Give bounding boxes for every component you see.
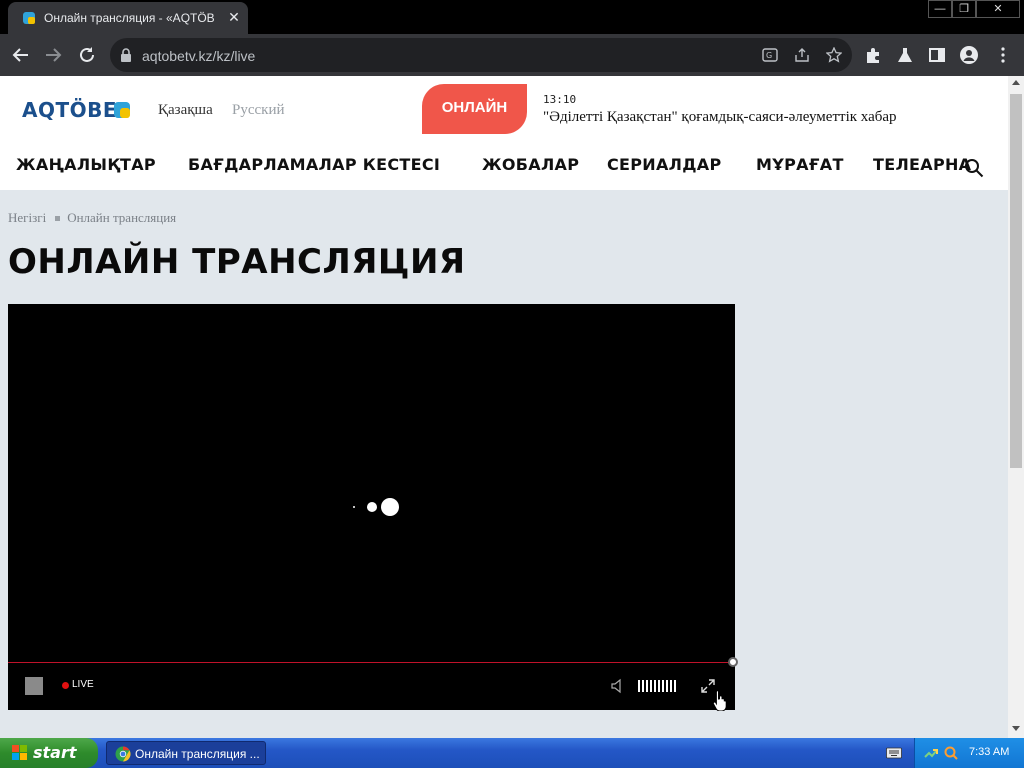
lock-icon — [121, 48, 131, 62]
share-icon[interactable] — [794, 47, 810, 63]
live-indicator-dot — [62, 682, 69, 689]
keyboard-layout-icon[interactable] — [886, 746, 902, 760]
bookmark-star-icon[interactable] — [826, 47, 842, 63]
clock: 7:33 AM — [969, 746, 1010, 758]
online-button[interactable]: ОНЛАЙН — [422, 84, 527, 134]
nav-item-news[interactable]: ЖАҢАЛЫҚТАР — [16, 155, 156, 174]
scroll-up-arrow-icon[interactable] — [1012, 80, 1020, 85]
tab-title: Онлайн трансляция - «AQTÖBE» телеарнасы — [44, 11, 214, 25]
window-restore-button[interactable]: ❐ — [952, 0, 976, 18]
now-playing-time: 13:10 — [543, 93, 577, 106]
site-favicon-icon — [23, 12, 35, 24]
chrome-icon — [115, 746, 131, 762]
nav-item-projects[interactable]: ЖОБАЛАР — [482, 155, 579, 174]
taskbar-window-label: Онлайн трансляция ... — [135, 747, 260, 761]
progress-bar[interactable] — [8, 662, 735, 663]
tab-close-icon[interactable]: ✕ — [226, 9, 242, 25]
site-header: AQTÖBE Қазақша Русский ОНЛАЙН 13:10 "Әді… — [0, 76, 1008, 190]
svg-text:G: G — [766, 51, 772, 60]
browser-tab[interactable]: Онлайн трансляция - «AQTÖBE» телеарнасы … — [8, 2, 248, 34]
network-icon[interactable] — [923, 745, 939, 761]
nav-item-channel[interactable]: ТЕЛЕАРНА — [873, 155, 971, 174]
browser-menu-icon[interactable] — [994, 46, 1012, 64]
logo-mark-icon — [114, 102, 130, 118]
breadcrumb-home-link[interactable]: Негізгі — [8, 210, 46, 225]
taskbar: start Онлайн трансляция ... 7:33 AM — [0, 738, 1024, 768]
windows-flag-icon — [12, 745, 27, 760]
loading-spinner-dot — [367, 502, 377, 512]
breadcrumb: Негізгі Онлайн трансляция — [8, 210, 176, 226]
taskbar-window-button[interactable]: Онлайн трансляция ... — [106, 741, 266, 765]
extensions-puzzle-icon[interactable] — [864, 46, 882, 64]
window-close-button[interactable]: ✕ — [976, 0, 1020, 18]
now-playing-title[interactable]: "Әділетті Қазақстан" қоғамдық-саяси-әлеу… — [543, 109, 897, 126]
nav-item-schedule[interactable]: БАҒДАРЛАМАЛАР КЕСТЕСІ — [188, 155, 440, 174]
address-bar[interactable]: aqtobetv.kz/kz/live G — [110, 38, 852, 72]
side-panel-icon[interactable] — [928, 46, 946, 64]
back-arrow-icon[interactable] — [10, 44, 32, 66]
nav-item-archive[interactable]: МҰРАҒАТ — [756, 155, 844, 174]
security-search-icon[interactable] — [943, 745, 959, 761]
volume-speaker-icon[interactable] — [610, 678, 626, 694]
lang-kazakh-link[interactable]: Қазақша — [158, 102, 213, 119]
start-button[interactable]: start — [0, 738, 98, 768]
page-title: ОНЛАЙН ТРАНСЛЯЦИЯ — [8, 242, 466, 282]
breadcrumb-current: Онлайн трансляция — [67, 210, 177, 225]
translate-icon[interactable]: G — [762, 47, 778, 63]
labs-flask-icon[interactable] — [896, 46, 914, 64]
nav-item-series[interactable]: СЕРИАЛДАР — [607, 155, 722, 174]
breadcrumb-separator — [55, 215, 61, 221]
scroll-down-arrow-icon[interactable] — [1012, 726, 1020, 731]
browser-toolbar: aqtobetv.kz/kz/live G — [0, 34, 1024, 76]
scroll-thumb[interactable] — [1010, 94, 1022, 468]
lang-russian-link[interactable]: Русский — [232, 102, 285, 119]
main-nav: ЖАҢАЛЫҚТАР БАҒДАРЛАМАЛАР КЕСТЕСІ ЖОБАЛАР… — [0, 152, 1008, 186]
loading-spinner-dot — [381, 498, 399, 516]
system-tray: 7:33 AM — [914, 738, 1024, 768]
window-minimize-button[interactable]: — — [928, 0, 952, 18]
live-label: LIVE — [72, 679, 94, 690]
video-player[interactable]: LIVE — [8, 304, 738, 711]
progress-knob[interactable] — [728, 657, 738, 667]
reload-icon[interactable] — [76, 44, 98, 66]
forward-arrow-icon[interactable] — [42, 44, 64, 66]
search-icon[interactable] — [964, 158, 984, 178]
page-viewport: AQTÖBE Қазақша Русский ОНЛАЙН 13:10 "Әді… — [0, 76, 1008, 738]
logo-text: AQTÖBE — [22, 98, 118, 122]
browser-titlebar: Онлайн трансляция - «AQTÖBE» телеарнасы … — [0, 0, 1024, 34]
site-logo[interactable]: AQTÖBE — [22, 98, 130, 124]
url-text: aqtobetv.kz/kz/live — [142, 48, 256, 64]
loading-spinner-dot — [353, 506, 355, 508]
start-label: start — [33, 743, 77, 762]
profile-avatar-icon[interactable] — [960, 46, 978, 64]
volume-slider[interactable] — [638, 680, 678, 692]
stop-button[interactable] — [25, 677, 43, 695]
page-scrollbar[interactable] — [1008, 76, 1024, 738]
hand-cursor-icon — [712, 690, 727, 711]
